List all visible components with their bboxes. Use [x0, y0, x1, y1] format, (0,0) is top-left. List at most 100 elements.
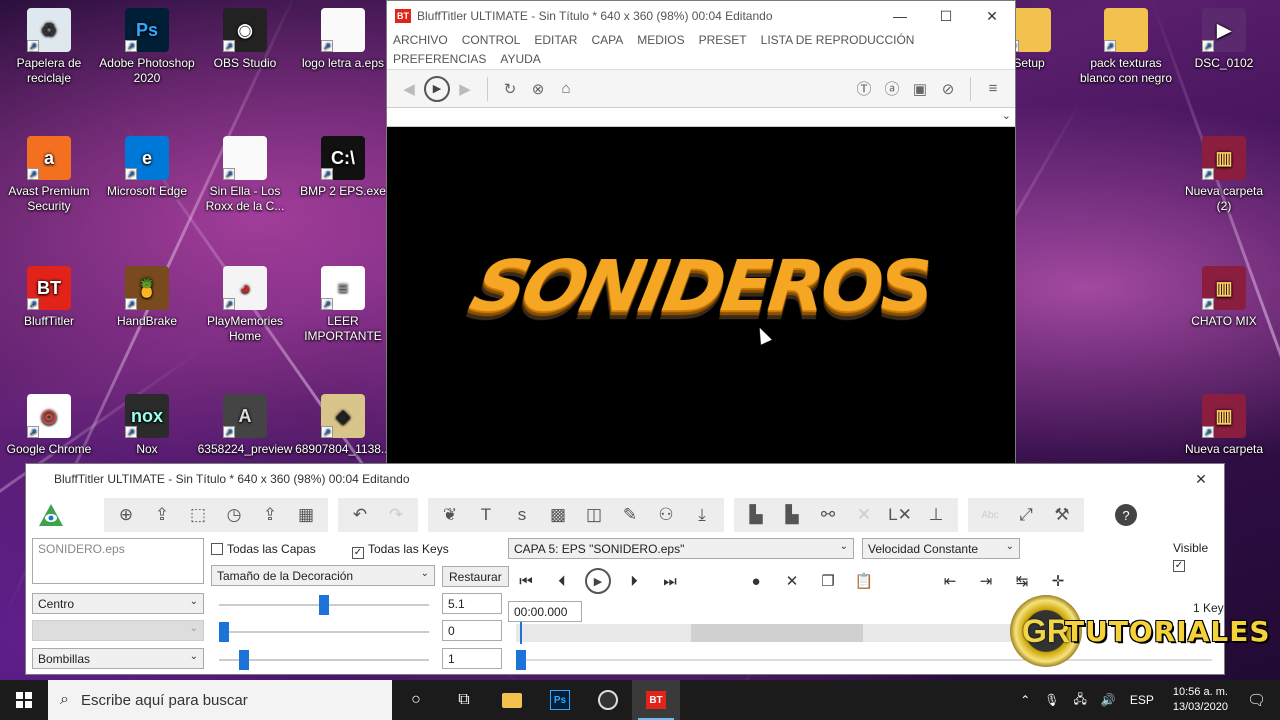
slider-3[interactable] [219, 650, 429, 670]
desktop-icon-right-5[interactable]: ▥ ↗ Nueva carpeta [1176, 394, 1272, 457]
layer-name-field[interactable]: SONIDERO.eps [32, 538, 204, 584]
level-icon[interactable]: ⊥ [918, 501, 954, 529]
picture-icon[interactable]: ▩ [540, 501, 576, 529]
desktop-icon-left-14[interactable]: A ↗ 6358224_preview [197, 394, 293, 457]
property-select[interactable]: Tamaño de la Decoración ⌄ [211, 565, 435, 586]
center-select[interactable]: Centro ⌄ [32, 593, 204, 614]
play-button[interactable]: ▶ [580, 566, 616, 596]
layer-b-icon[interactable]: ▙ [774, 501, 810, 529]
abc-icon[interactable]: ⓐ [878, 75, 906, 103]
blufftitler-taskbar-icon[interactable]: BT [632, 680, 680, 720]
particles-icon[interactable]: ⚇ [648, 501, 684, 529]
maximize-button[interactable]: ☐ [923, 8, 969, 25]
text-icon[interactable]: T [468, 501, 504, 529]
desktop-icon-left-1[interactable]: Ps ↗ Adobe Photoshop 2020 [99, 8, 195, 86]
desktop-icon-left-8[interactable]: BT ↗ BluffTitler [1, 266, 97, 329]
menu-playlist[interactable]: LISTA DE REPRODUCCIÓN [761, 31, 915, 50]
slider-1[interactable] [219, 595, 429, 615]
layer-select[interactable]: CAPA 5: EPS "SONIDERO.eps" ⌄ [508, 538, 854, 559]
desktop-icon-left-2[interactable]: ◉ ↗ OBS Studio [197, 8, 293, 71]
last-frame-icon[interactable]: ⏭ [652, 566, 688, 596]
open-icon[interactable]: ⇪ [144, 501, 180, 529]
chevron-up-icon[interactable]: ⌃ [1020, 693, 1030, 707]
minimize-button[interactable]: — [877, 8, 923, 25]
film-icon[interactable]: ▦ [288, 501, 324, 529]
key-end-icon[interactable]: ⇥ [968, 566, 1004, 596]
stop-icon[interactable]: ⊗ [524, 75, 552, 103]
value-2-field[interactable]: 0 [442, 620, 502, 641]
delete-layer-icon[interactable]: L✕ [882, 501, 918, 529]
forward-icon[interactable]: ▶ [451, 75, 479, 103]
all-keys-checkbox[interactable]: ✓ Todas las Keys [352, 542, 449, 559]
network-icon[interactable]: 🖧 [1074, 690, 1087, 711]
microphone-icon[interactable]: 🎙 [1044, 693, 1059, 707]
desktop-icon-left-13[interactable]: nox ↗ Nox [99, 394, 195, 457]
slider-3-thumb[interactable] [239, 650, 249, 670]
play-button[interactable]: ▶ [423, 75, 451, 103]
menu-ayuda[interactable]: AYUDA [500, 50, 540, 69]
file-explorer-icon[interactable] [488, 680, 536, 720]
slider-2-thumb[interactable] [219, 622, 229, 642]
abc-disabled-icon[interactable]: Abc [972, 501, 1008, 529]
tools-icon[interactable]: ⚒ [1044, 501, 1080, 529]
desktop-icon-right-1[interactable]: ↗ pack texturas blanco con negro [1078, 8, 1174, 86]
key-center-icon[interactable]: ✛ [1040, 566, 1076, 596]
back-icon[interactable]: ◀ [395, 75, 423, 103]
small-text-icon[interactable]: s [504, 501, 540, 529]
key-stretch-icon[interactable]: ↹ [1004, 566, 1040, 596]
home-icon[interactable]: ⌂ [552, 75, 580, 103]
menu-medios[interactable]: MEDIOS [637, 31, 684, 50]
timeline-cursor[interactable] [520, 622, 522, 644]
volume-icon[interactable]: 🔊 [1101, 693, 1116, 707]
task-view-icon[interactable]: ⧉ [440, 680, 488, 720]
bulbs-select[interactable]: Bombillas ⌄ [32, 648, 204, 669]
desktop-icon-left-5[interactable]: e ↗ Microsoft Edge [99, 136, 195, 199]
close-button[interactable]: ✕ [969, 8, 1015, 25]
desktop-icon-left-11[interactable]: ≡ ↗ LEER IMPORTANTE [295, 266, 391, 344]
render-preview[interactable]: SONIDEROS [387, 127, 1015, 469]
start-button[interactable] [0, 680, 48, 720]
visible-checkbox[interactable]: Visible ✓ [1173, 541, 1224, 572]
language-indicator[interactable]: ESP [1130, 693, 1154, 707]
add-layer-icon[interactable]: ⊕ [108, 501, 144, 529]
all-layers-checkbox[interactable]: Todas las Capas [211, 542, 316, 556]
secondary-select[interactable]: ⌄ [32, 620, 204, 641]
cortana-icon[interactable]: ○ [392, 680, 440, 720]
desktop-icon-right-2[interactable]: ▶ ↗ DSC_0102 [1176, 8, 1272, 71]
timeline-track[interactable] [516, 622, 1014, 644]
taskbar-search[interactable]: ⌕ Escribe aquí para buscar [48, 680, 392, 720]
paste-key-icon[interactable]: 📋 [846, 566, 882, 596]
menu-archivo[interactable]: ARCHIVO [393, 31, 448, 50]
help-icon[interactable]: ? [1108, 501, 1144, 529]
key-marker[interactable] [516, 650, 526, 670]
menu-control[interactable]: CONTROL [462, 31, 521, 50]
obs-taskbar-icon[interactable] [584, 680, 632, 720]
restore-button[interactable]: Restaurar [442, 566, 509, 587]
delete-key-icon[interactable]: ✕ [774, 566, 810, 596]
shape-icon[interactable]: ❦ [432, 501, 468, 529]
desktop-icon-left-6[interactable]: ↗ Sin Ella - Los Roxx de la C... [197, 136, 293, 214]
export-icon[interactable]: ⇪ [252, 501, 288, 529]
link-icon[interactable]: ⚯ [810, 501, 846, 529]
download-icon[interactable]: ⤓ [684, 501, 720, 529]
speed-select[interactable]: Velocidad Constante ⌄ [862, 538, 1020, 559]
undo-icon[interactable]: ↶ [342, 501, 378, 529]
desktop-icon-right-4[interactable]: ▥ ↗ CHATO MIX [1176, 266, 1272, 329]
key-start-icon[interactable]: ⇤ [932, 566, 968, 596]
slider-1-thumb[interactable] [319, 595, 329, 615]
record-key-icon[interactable]: ● [738, 566, 774, 596]
preset-dropdown[interactable]: ⌄ [387, 107, 1015, 127]
menu-preset[interactable]: PRESET [699, 31, 747, 50]
layer-a-icon[interactable]: ▙ [738, 501, 774, 529]
refresh-icon[interactable]: ↻ [496, 75, 524, 103]
redo-icon[interactable]: ↷ [378, 501, 414, 529]
editor-window-titlebar[interactable]: BluffTitler ULTIMATE - Sin Título * 640 … [26, 464, 1224, 494]
desktop-icon-right-3[interactable]: ▥ ↗ Nueva carpeta (2) [1176, 136, 1272, 214]
desktop-icon-left-0[interactable]: ♻ ↗ Papelera de reciclaje [1, 8, 97, 86]
desktop-icon-left-7[interactable]: C:\ ↗ BMP 2 EPS.exe [295, 136, 391, 199]
desktop-icon-left-15[interactable]: ◈ ↗ 68907804_1138... [295, 394, 391, 457]
time-field[interactable]: 00:00.000 [508, 601, 582, 622]
menu-capa[interactable]: CAPA [591, 31, 623, 50]
camera-eye-icon[interactable] [34, 500, 68, 530]
desktop-icon-left-10[interactable]: ◕ ↗ PlayMemories Home [197, 266, 293, 344]
